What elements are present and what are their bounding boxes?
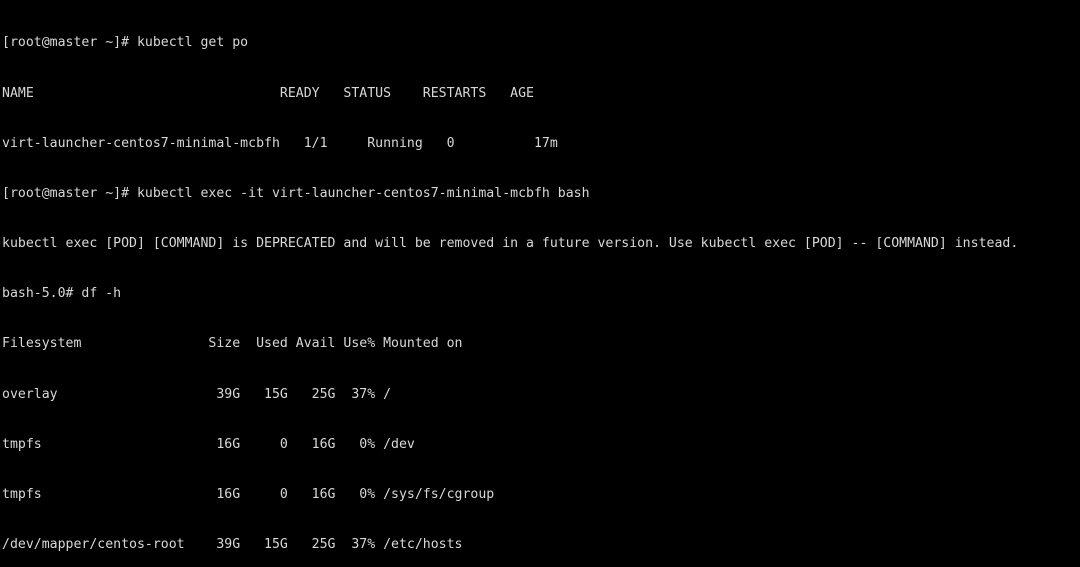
terminal-line: tmpfs 16G 0 16G 0% /sys/fs/cgroup	[2, 486, 495, 502]
terminal-line: bash-5.0# df -h	[2, 286, 122, 302]
terminal-line: Filesystem Size Used Avail Use% Mounted …	[2, 336, 463, 352]
terminal-line: /dev/mapper/centos-root 39G 15G 25G 37% …	[2, 537, 463, 552]
terminal-screen: [root@master ~]# kubectl get po NAME REA…	[2, 2, 1080, 567]
terminal-line: tmpfs 16G 0 16G 0% /dev	[2, 436, 415, 452]
terminal-line: virt-launcher-centos7-minimal-mcbfh 1/1 …	[2, 135, 558, 151]
terminal-line: NAME READY STATUS RESTARTS AGE	[2, 85, 534, 101]
terminal-line: kubectl exec [POD] [COMMAND] is DEPRECAT…	[2, 236, 1019, 252]
terminal-line: [root@master ~]# kubectl get po	[2, 35, 249, 51]
terminal-window[interactable]: [root@master ~]# kubectl get po NAME REA…	[0, 0, 1080, 567]
terminal-line: overlay 39G 15G 25G 37% /	[2, 386, 392, 402]
terminal-line: [root@master ~]# kubectl exec -it virt-l…	[2, 185, 590, 201]
